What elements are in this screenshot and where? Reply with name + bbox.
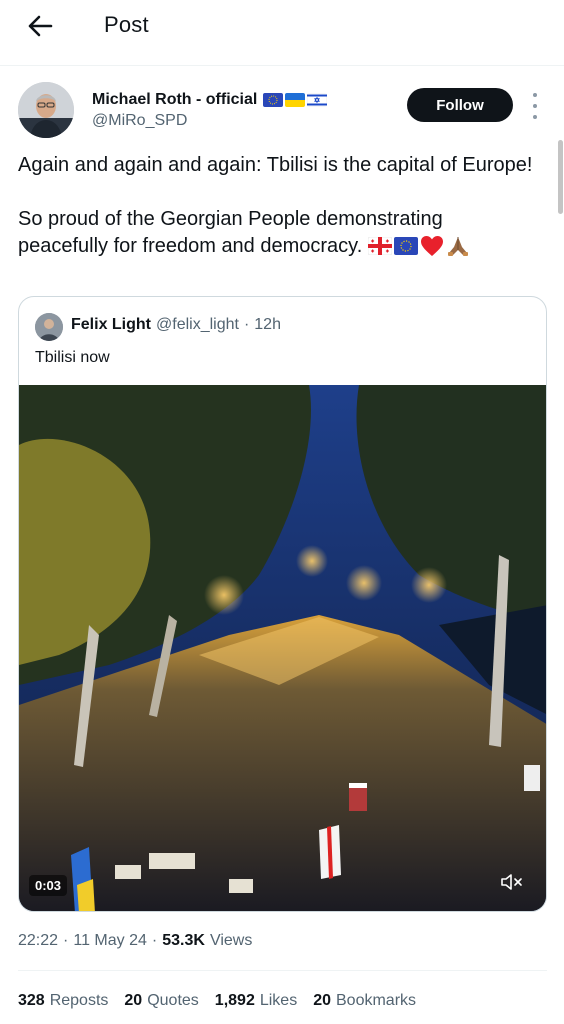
video-duration-badge: 0:03 bbox=[29, 875, 68, 896]
reposts-stat[interactable]: 328 Reposts bbox=[18, 992, 108, 1010]
quoted-post-text: Tbilisi now bbox=[35, 349, 110, 366]
post-paragraph-1: Again and again and again: Tbilisi is th… bbox=[18, 154, 533, 176]
author-flags bbox=[263, 93, 328, 107]
divider bbox=[18, 970, 547, 971]
quoted-author-avatar[interactable] bbox=[35, 313, 63, 341]
eu-flag-icon bbox=[393, 237, 418, 255]
follow-button[interactable]: Follow bbox=[407, 88, 513, 122]
views-count: 53.3K bbox=[162, 932, 205, 949]
video-frame bbox=[19, 385, 546, 911]
ukraine-flag-icon bbox=[285, 93, 306, 107]
quoted-post-header: Felix Light @felix_light · 12h bbox=[71, 316, 281, 334]
post-meta: 22:22 · 11 May 24 · 53.3K Views bbox=[18, 932, 252, 950]
author-name[interactable]: Michael Roth - official bbox=[92, 91, 257, 109]
post-time[interactable]: 22:22 bbox=[18, 932, 58, 950]
georgia-flag-icon bbox=[367, 237, 392, 255]
reposts-label: Reposts bbox=[49, 992, 109, 1009]
likes-label: Likes bbox=[259, 992, 298, 1009]
quoted-author-handle[interactable]: @felix_light bbox=[156, 316, 239, 334]
bookmarks-label: Bookmarks bbox=[336, 992, 417, 1009]
folded-hands-icon bbox=[447, 237, 468, 256]
scrollbar[interactable] bbox=[558, 140, 563, 214]
video-player[interactable]: 0:03 bbox=[19, 385, 546, 911]
bookmarks-stat[interactable]: 20 Bookmarks bbox=[313, 992, 416, 1010]
mute-icon[interactable] bbox=[495, 867, 529, 897]
post-paragraph-2-row: So proud of the Georgian People demonstr… bbox=[18, 206, 538, 260]
emoji-row bbox=[367, 235, 470, 257]
post-body: Again and again and again: Tbilisi is th… bbox=[18, 152, 538, 260]
separator-dot: · bbox=[243, 316, 250, 333]
top-bar: Post bbox=[0, 0, 564, 66]
israel-flag-icon bbox=[307, 93, 328, 107]
quotes-stat[interactable]: 20 Quotes bbox=[124, 992, 198, 1010]
bookmarks-count: 20 bbox=[313, 992, 331, 1009]
likes-count: 1,892 bbox=[214, 992, 255, 1009]
quotes-label: Quotes bbox=[147, 992, 199, 1009]
author-handle[interactable]: @MiRo_SPD bbox=[92, 112, 187, 130]
author-avatar[interactable] bbox=[18, 82, 74, 138]
engagement-stats: 328 Reposts 20 Quotes 1,892 Likes 20 Boo… bbox=[18, 992, 416, 1010]
eu-flag-icon bbox=[263, 93, 284, 107]
views-label: Views bbox=[209, 932, 253, 949]
more-options-icon[interactable] bbox=[526, 93, 544, 119]
separator-dot: · bbox=[63, 932, 69, 949]
author-name-row[interactable]: Michael Roth - official bbox=[92, 91, 328, 109]
quoted-author-name[interactable]: Felix Light bbox=[71, 316, 151, 334]
quotes-count: 20 bbox=[124, 992, 143, 1009]
red-heart-icon bbox=[420, 236, 443, 256]
back-arrow-icon[interactable] bbox=[22, 10, 58, 42]
quoted-post-time: 12h bbox=[254, 316, 281, 333]
page-title: Post bbox=[104, 12, 149, 37]
likes-stat[interactable]: 1,892 Likes bbox=[215, 992, 297, 1010]
post-date[interactable]: 11 May 24 bbox=[73, 932, 147, 950]
separator-dot: · bbox=[151, 932, 158, 949]
reposts-count: 328 bbox=[18, 992, 45, 1009]
quoted-post-card[interactable]: Felix Light @felix_light · 12h Tbilisi n… bbox=[18, 296, 547, 912]
